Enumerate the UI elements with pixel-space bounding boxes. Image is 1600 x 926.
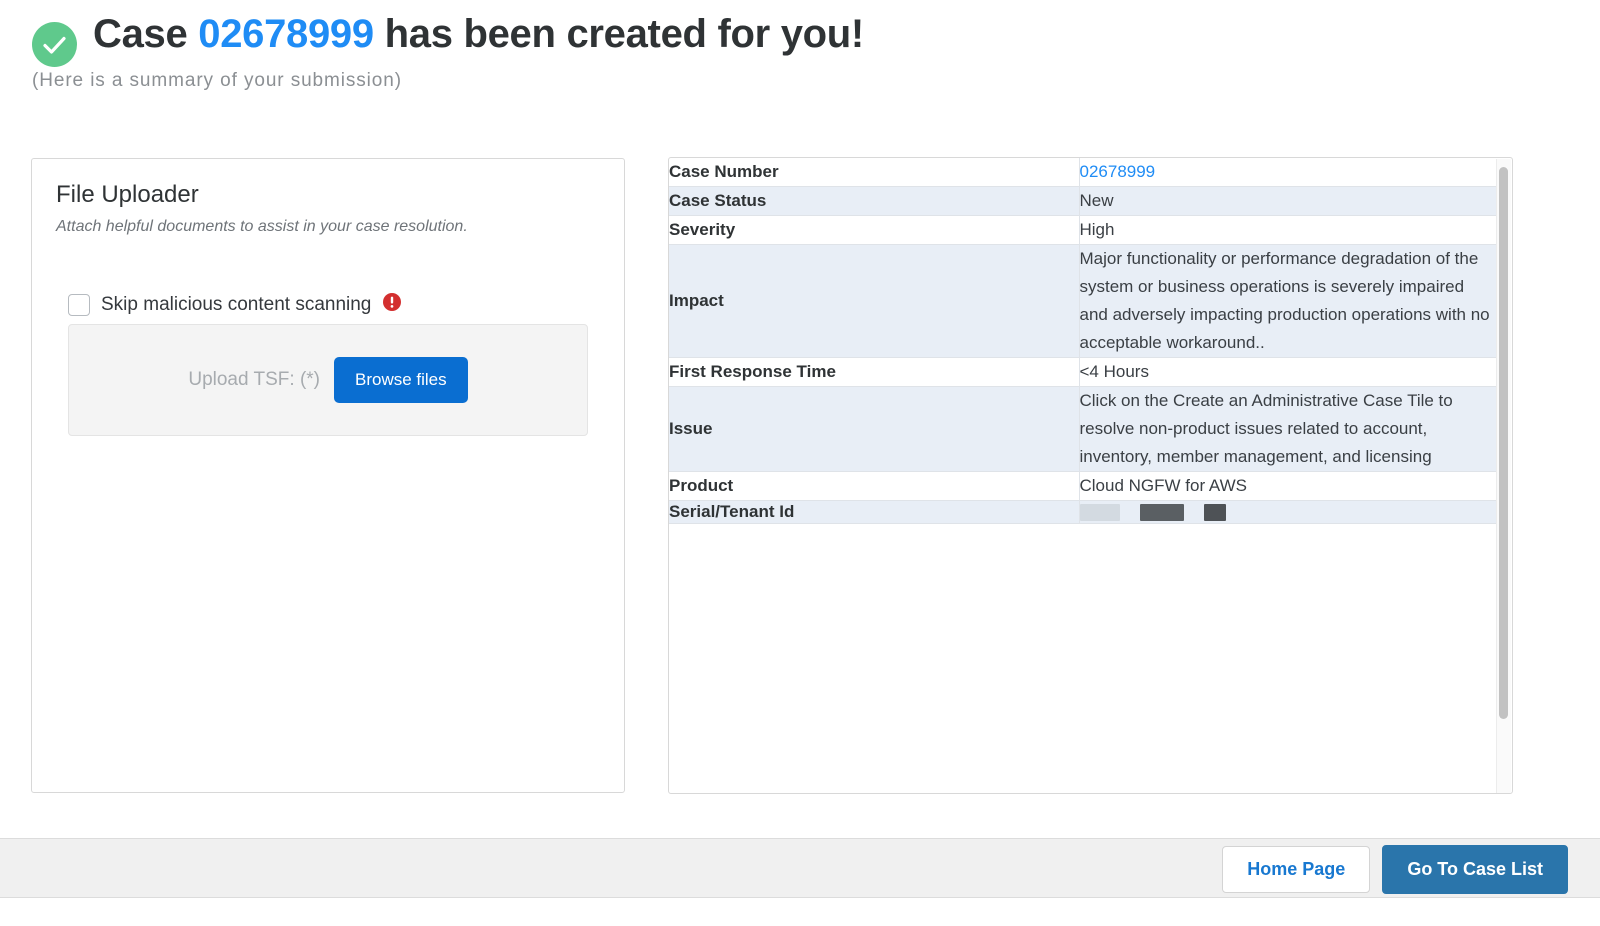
summary-scrollbar-thumb[interactable] [1499, 167, 1508, 719]
file-uploader-description: Attach helpful documents to assist in yo… [56, 218, 468, 236]
page-title-prefix: Case [93, 12, 198, 56]
summary-row-value [1079, 501, 1497, 524]
footer-actions: Home Page Go To Case List [1222, 839, 1568, 899]
check-circle-icon [32, 22, 77, 67]
summary-row-label: Case Number [669, 158, 1079, 187]
skip-scanning-row: Skip malicious content scanning [68, 292, 402, 317]
skip-scanning-checkbox[interactable] [68, 294, 90, 316]
summary-row-value: High [1079, 216, 1497, 245]
summary-row-label: Impact [669, 245, 1079, 358]
summary-row: ImpactMajor functionality or performance… [669, 245, 1497, 358]
redaction-block [1080, 504, 1120, 521]
summary-row-value: <4 Hours [1079, 358, 1497, 387]
summary-row-label: Severity [669, 216, 1079, 245]
summary-row-label: Issue [669, 387, 1079, 472]
page-title-suffix: has been created for you! [374, 12, 864, 56]
upload-dropzone[interactable]: Upload TSF: (*) Browse files [68, 324, 588, 436]
summary-row-label: First Response Time [669, 358, 1079, 387]
summary-row-value: Major functionality or performance degra… [1079, 245, 1497, 358]
case-number-link[interactable]: 02678999 [1080, 162, 1156, 181]
exclamation-circle-icon [382, 292, 402, 317]
summary-row-value: Click on the Create an Administrative Ca… [1079, 387, 1497, 472]
skip-scanning-label: Skip malicious content scanning [101, 294, 371, 316]
redaction-block [1140, 504, 1184, 521]
summary-row-value[interactable]: 02678999 [1079, 158, 1497, 187]
case-summary-scroll-content: Case Number02678999Case StatusNewSeverit… [669, 158, 1497, 524]
case-summary-table-body: Case Number02678999Case StatusNewSeverit… [669, 158, 1497, 524]
summary-row: ProductCloud NGFW for AWS [669, 472, 1497, 501]
page-title: Case 02678999 has been created for you! [93, 8, 864, 60]
summary-scrollbar-track[interactable] [1496, 159, 1511, 794]
summary-row-value: Cloud NGFW for AWS [1079, 472, 1497, 501]
page-subtitle: (Here is a summary of your submission) [32, 70, 402, 92]
file-uploader-title: File Uploader [56, 181, 199, 209]
case-summary-card: Case Number02678999Case StatusNewSeverit… [668, 157, 1513, 794]
summary-row: IssueClick on the Create an Administrati… [669, 387, 1497, 472]
redaction-block [1204, 504, 1226, 521]
summary-row-label: Product [669, 472, 1079, 501]
upload-field-label: Upload TSF: (*) [188, 369, 320, 391]
home-page-button[interactable]: Home Page [1222, 846, 1370, 893]
summary-row-label: Case Status [669, 187, 1079, 216]
file-uploader-card: File Uploader Attach helpful documents t… [31, 158, 625, 793]
summary-row: First Response Time<4 Hours [669, 358, 1497, 387]
browse-files-button[interactable]: Browse files [334, 357, 468, 403]
redacted-value [1080, 501, 1498, 523]
summary-row-value: New [1079, 187, 1497, 216]
summary-row: Case StatusNew [669, 187, 1497, 216]
summary-row: Case Number02678999 [669, 158, 1497, 187]
page-header: Case 02678999 has been created for you! … [0, 0, 1600, 120]
case-summary-table: Case Number02678999Case StatusNewSeverit… [669, 158, 1497, 524]
page-footer: Home Page Go To Case List [0, 838, 1600, 898]
page-title-case-number: 02678999 [198, 12, 374, 56]
go-to-case-list-button[interactable]: Go To Case List [1382, 845, 1568, 894]
summary-row-label: Serial/Tenant Id [669, 501, 1079, 524]
summary-row: SeverityHigh [669, 216, 1497, 245]
summary-row: Serial/Tenant Id [669, 501, 1497, 524]
